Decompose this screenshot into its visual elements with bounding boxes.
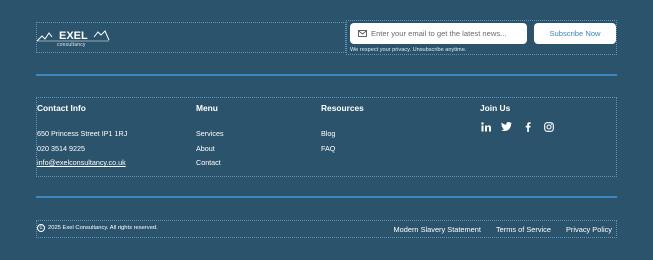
brand-area: EXEL consultancy bbox=[36, 22, 346, 53]
contact-phone[interactable]: 020 3514 9225 bbox=[37, 142, 127, 157]
privacy-policy-link[interactable]: Privacy Policy bbox=[566, 225, 612, 234]
contact-column: Contact Info 650 Princess Street IP1 1RJ… bbox=[37, 103, 127, 171]
menu-heading: Menu bbox=[196, 103, 218, 113]
menu-column: Menu Services About Contact bbox=[196, 103, 224, 171]
copyright-text: 2025 Exel Consultancy. All rights reserv… bbox=[48, 225, 158, 231]
contact-heading: Contact Info bbox=[37, 103, 86, 113]
linkedin-icon[interactable] bbox=[480, 121, 491, 132]
social-heading: Join Us bbox=[480, 103, 511, 113]
legal-links: Modern Slavery Statement Terms of Servic… bbox=[393, 225, 612, 234]
instagram-icon[interactable] bbox=[543, 121, 554, 132]
email-input[interactable] bbox=[371, 29, 521, 38]
divider bbox=[36, 196, 617, 198]
footer-bottom-bar: c 2025 Exel Consultancy. All rights rese… bbox=[36, 220, 617, 238]
resources-link-faq[interactable]: FAQ bbox=[321, 144, 335, 153]
logo[interactable]: EXEL consultancy bbox=[37, 26, 127, 50]
copyright: c 2025 Exel Consultancy. All rights rese… bbox=[37, 224, 158, 232]
divider bbox=[36, 74, 617, 76]
facebook-icon[interactable] bbox=[522, 121, 533, 132]
newsletter-signup: Subscribe Now We respect your privacy. U… bbox=[346, 20, 617, 55]
menu-link-services[interactable]: Services bbox=[196, 129, 224, 138]
modern-slavery-link[interactable]: Modern Slavery Statement bbox=[393, 225, 481, 234]
twitter-icon[interactable] bbox=[501, 121, 512, 132]
terms-link[interactable]: Terms of Service bbox=[496, 225, 551, 234]
resources-link-blog[interactable]: Blog bbox=[321, 129, 335, 138]
social-column: Join Us bbox=[480, 103, 554, 132]
copyright-icon: c bbox=[37, 224, 45, 232]
footer-columns: Contact Info 650 Princess Street IP1 1RJ… bbox=[36, 97, 617, 177]
email-field[interactable] bbox=[350, 23, 527, 44]
menu-link-about[interactable]: About bbox=[196, 144, 215, 153]
contact-address: 650 Princess Street IP1 1RJ bbox=[37, 129, 128, 138]
privacy-note: We respect your privacy. Unsubscribe any… bbox=[350, 47, 467, 53]
resources-column: Resources Blog FAQ bbox=[321, 103, 364, 156]
subscribe-button[interactable]: Subscribe Now bbox=[534, 23, 616, 44]
logo-tagline: consultancy bbox=[57, 42, 86, 48]
contact-email-link[interactable]: info@exelconsultancy.co.uk bbox=[37, 158, 126, 167]
resources-heading: Resources bbox=[321, 103, 364, 113]
menu-link-contact[interactable]: Contact bbox=[196, 158, 221, 167]
logo-wordmark: EXEL bbox=[59, 30, 88, 42]
mail-icon bbox=[358, 30, 367, 37]
